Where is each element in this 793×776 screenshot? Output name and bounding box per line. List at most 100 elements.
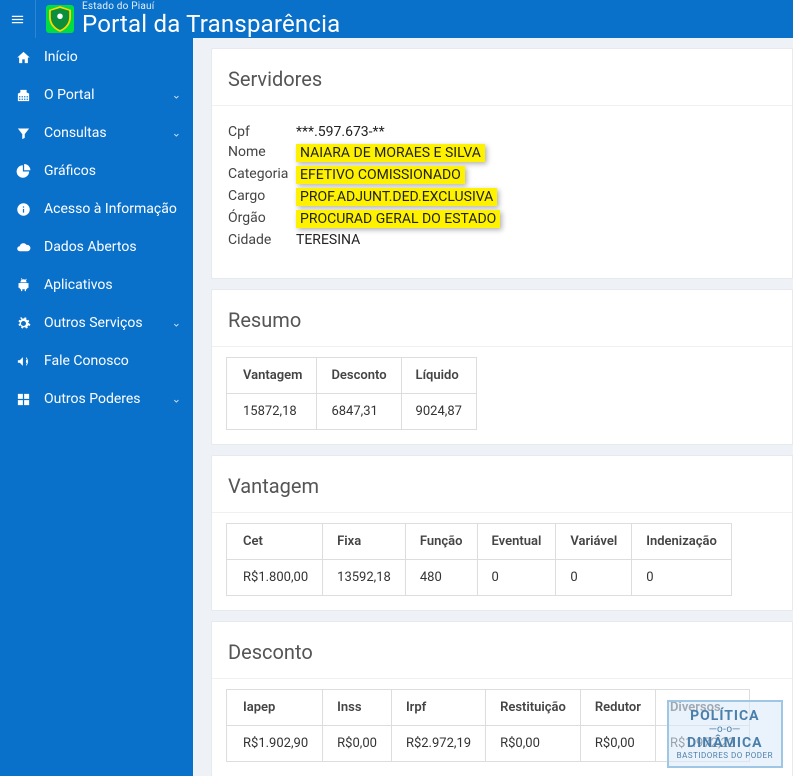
brand-subtitle: Estado do Piauí bbox=[82, 2, 340, 12]
table-cell: 0 bbox=[632, 560, 732, 596]
table-cell: R$0,00 bbox=[580, 726, 655, 762]
bullhorn-icon bbox=[14, 354, 32, 369]
sidebar-item-label: Acesso à Informação bbox=[44, 201, 177, 217]
chevron-down-icon: ⌄ bbox=[172, 317, 181, 330]
panel-title-servidores: Servidores bbox=[212, 49, 792, 106]
panel-resumo: Resumo VantagemDescontoLíquido15872,1868… bbox=[211, 289, 793, 445]
column-header: Eventual bbox=[477, 524, 556, 560]
watermark-line2: DINÂMICA bbox=[677, 735, 773, 751]
detail-label: Cpf bbox=[228, 124, 296, 140]
table-row: 15872,186847,319024,87 bbox=[227, 394, 477, 430]
table-cell: R$0,00 bbox=[486, 726, 581, 762]
detail-value: ***.597.673-** bbox=[296, 124, 385, 140]
panel-title-resumo: Resumo bbox=[212, 290, 792, 347]
info-icon bbox=[14, 202, 32, 217]
sidebar-item-label: Gráficos bbox=[44, 163, 96, 179]
sidebar-item-acesso-informa-o[interactable]: Acesso à Informação bbox=[0, 190, 193, 228]
panel-servidores: Servidores Cpf***.597.673-**NomeNAIARA D… bbox=[211, 48, 793, 279]
detail-label: Nome bbox=[228, 144, 296, 162]
chart-icon bbox=[14, 164, 32, 179]
detail-label: Cidade bbox=[228, 232, 296, 248]
table-cell: 0 bbox=[556, 560, 632, 596]
table-cell: R$2.972,19 bbox=[391, 726, 485, 762]
sidebar-item-o-portal[interactable]: O Portal ⌄ bbox=[0, 76, 193, 114]
detail-row-cidade: CidadeTERESINA bbox=[228, 230, 776, 250]
table-vantagem: CetFixaFunçãoEventualVariávelIndenização… bbox=[226, 523, 732, 596]
column-header: Inss bbox=[323, 690, 392, 726]
detail-row-cpf: Cpf***.597.673-** bbox=[228, 122, 776, 142]
filter-icon bbox=[14, 126, 32, 141]
detail-row-orgao: ÓrgãoPROCURAD GERAL DO ESTADO bbox=[228, 208, 776, 230]
brand[interactable]: Estado do Piauí Portal da Transparência bbox=[36, 2, 350, 36]
table-cell: 9024,87 bbox=[401, 394, 476, 430]
chevron-down-icon: ⌄ bbox=[172, 393, 181, 406]
column-header: Variável bbox=[556, 524, 632, 560]
column-header: Redutor bbox=[580, 690, 655, 726]
sidebar-item-aplicativos[interactable]: Aplicativos bbox=[0, 266, 193, 304]
table-cell: 0 bbox=[477, 560, 556, 596]
column-header: Vantagem bbox=[227, 358, 317, 394]
menu-toggle[interactable] bbox=[0, 0, 36, 38]
column-header: Indenização bbox=[632, 524, 732, 560]
detail-row-nome: NomeNAIARA DE MORAES E SILVA bbox=[228, 142, 776, 164]
table-cell: R$1.902,90 bbox=[227, 726, 323, 762]
detail-row-cargo: CargoPROF.ADJUNT.DED.EXCLUSIVA bbox=[228, 186, 776, 208]
watermark-foot: BASTIDORES DO PODER bbox=[677, 751, 773, 760]
sidebar-item-outros-servi-os[interactable]: Outros Serviços ⌄ bbox=[0, 304, 193, 342]
column-header: Irpf bbox=[391, 690, 485, 726]
detail-value: EFETIVO COMISSIONADO bbox=[296, 166, 465, 184]
sidebar-item-label: Fale Conosco bbox=[44, 353, 129, 369]
sidebar-item-fale-conosco[interactable]: Fale Conosco bbox=[0, 342, 193, 380]
table-cell: R$0,00 bbox=[323, 726, 392, 762]
sidebar-item-consultas[interactable]: Consultas ⌄ bbox=[0, 114, 193, 152]
watermark: POLÍTICA ─o-o─ DINÂMICA BASTIDORES DO PO… bbox=[667, 700, 783, 768]
column-header: Iapep bbox=[227, 690, 323, 726]
chevron-down-icon: ⌄ bbox=[172, 89, 181, 102]
building-icon bbox=[14, 88, 32, 103]
sidebar-item-label: Início bbox=[44, 49, 78, 65]
panel-title-vantagem: Vantagem bbox=[212, 456, 792, 513]
table-resumo: VantagemDescontoLíquido15872,186847,3190… bbox=[226, 357, 477, 430]
chevron-down-icon: ⌄ bbox=[172, 127, 181, 140]
detail-value: TERESINA bbox=[296, 232, 360, 248]
column-header: Função bbox=[405, 524, 477, 560]
state-crest-icon bbox=[46, 5, 74, 33]
table-row: R$1.800,0013592,18480000 bbox=[227, 560, 732, 596]
watermark-sep: ─o-o─ bbox=[677, 724, 773, 735]
brand-title: Portal da Transparência bbox=[82, 12, 340, 36]
sidebar-item-label: O Portal bbox=[44, 87, 95, 103]
table-cell: 6847,31 bbox=[317, 394, 401, 430]
sidebar-item-label: Consultas bbox=[44, 125, 107, 141]
sidebar-item-outros-poderes[interactable]: Outros Poderes ⌄ bbox=[0, 380, 193, 418]
sidebar-item-gr-ficos[interactable]: Gráficos bbox=[0, 152, 193, 190]
android-icon bbox=[14, 278, 32, 293]
panel-title-desconto: Desconto bbox=[212, 622, 792, 679]
detail-label: Categoria bbox=[228, 166, 296, 184]
sidebar-item-in-cio[interactable]: Início bbox=[0, 38, 193, 76]
sidebar-item-label: Aplicativos bbox=[44, 277, 113, 293]
column-header: Desconto bbox=[317, 358, 401, 394]
sidebar-item-label: Dados Abertos bbox=[44, 239, 137, 255]
table-cell: 13592,18 bbox=[323, 560, 406, 596]
detail-label: Órgão bbox=[228, 210, 296, 228]
table-cell: R$1.800,00 bbox=[227, 560, 323, 596]
gear-icon bbox=[14, 316, 32, 331]
hamburger-icon bbox=[10, 12, 25, 27]
column-header: Líquido bbox=[401, 358, 476, 394]
detail-value: NAIARA DE MORAES E SILVA bbox=[296, 144, 485, 162]
sidebar-item-label: Outros Serviços bbox=[44, 315, 143, 331]
column-header: Restituição bbox=[486, 690, 581, 726]
sidebar-item-dados-abertos[interactable]: Dados Abertos bbox=[0, 228, 193, 266]
watermark-line1: POLÍTICA bbox=[677, 708, 773, 724]
detail-row-categoria: CategoriaEFETIVO COMISSIONADO bbox=[228, 164, 776, 186]
panel-vantagem: Vantagem CetFixaFunçãoEventualVariávelIn… bbox=[211, 455, 793, 611]
sidebar-item-label: Outros Poderes bbox=[44, 391, 141, 407]
cloud-icon bbox=[14, 240, 32, 255]
table-cell: 15872,18 bbox=[227, 394, 317, 430]
detail-value: PROCURAD GERAL DO ESTADO bbox=[296, 210, 500, 228]
column-header: Cet bbox=[227, 524, 323, 560]
grid-icon bbox=[14, 392, 32, 407]
detail-value: PROF.ADJUNT.DED.EXCLUSIVA bbox=[296, 188, 497, 206]
column-header: Fixa bbox=[323, 524, 406, 560]
home-icon bbox=[14, 50, 32, 65]
